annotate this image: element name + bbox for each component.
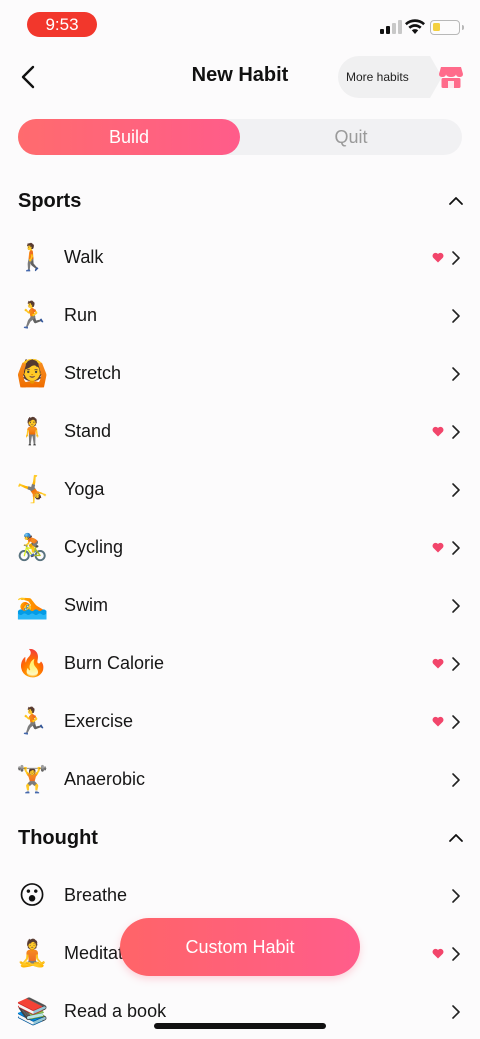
habit-row-run[interactable]: 🏃 Run <box>0 287 480 345</box>
standing-person-icon: 🧍 <box>16 417 49 447</box>
swimmer-icon: 🏊 <box>16 591 49 621</box>
cellular-signal-icon <box>380 19 402 34</box>
habit-row-anaerobic[interactable]: 🏋 Anaerobic <box>0 751 480 809</box>
habit-row-stretch[interactable]: 🙆 Stretch <box>0 345 480 403</box>
more-habits-button[interactable]: More habits <box>338 56 442 98</box>
chevron-right-icon <box>452 1005 460 1019</box>
habit-row-stand[interactable]: 🧍 Stand <box>0 403 480 461</box>
habit-row-read-a-book[interactable]: 📚 Read a book <box>0 983 480 1039</box>
chevron-right-icon <box>452 889 460 903</box>
habit-row-exercise[interactable]: 🏃 Exercise <box>0 693 480 751</box>
habit-label: Read a book <box>64 1001 167 1021</box>
back-button[interactable] <box>14 62 44 92</box>
person-stretching-icon: 🙆 <box>16 359 49 389</box>
heart-icon <box>432 252 444 263</box>
cartwheel-person-icon: 🤸 <box>16 475 49 505</box>
chevron-right-icon <box>452 309 460 323</box>
build-quit-segmented-control: Build Quit <box>18 119 462 155</box>
chevron-right-icon <box>452 947 460 961</box>
section-title: Sports <box>18 190 82 212</box>
heart-icon <box>432 426 444 437</box>
chevron-right-icon <box>452 657 460 671</box>
habit-row-breathe[interactable]: 😮 Breathe <box>0 867 480 925</box>
chevron-right-icon <box>452 541 460 555</box>
wifi-icon <box>405 19 425 34</box>
custom-habit-button[interactable]: Custom Habit <box>120 918 360 976</box>
habit-label: Walk <box>64 247 104 267</box>
chevron-right-icon <box>452 251 460 265</box>
weightlifter-icon: 🏋 <box>16 765 49 795</box>
status-time: 9:53 <box>27 12 97 37</box>
heart-icon <box>432 948 444 959</box>
habit-row-walk[interactable]: 🚶 Walk <box>0 229 480 287</box>
section-header-sports[interactable]: Sports <box>0 181 480 221</box>
person-lotus-position-icon: 🧘 <box>16 939 49 969</box>
habit-row-swim[interactable]: 🏊 Swim <box>0 577 480 635</box>
habit-label: Swim <box>64 595 108 615</box>
walking-person-icon: 🚶 <box>16 243 49 273</box>
habit-label: Exercise <box>64 711 134 731</box>
chevron-up-icon[interactable] <box>448 194 464 208</box>
cyclist-icon: 🚴 <box>16 533 49 563</box>
heart-icon <box>432 716 444 727</box>
habit-row-cycling[interactable]: 🚴 Cycling <box>0 519 480 577</box>
tab-build[interactable]: Build <box>18 119 240 155</box>
habit-label: Cycling <box>64 537 124 557</box>
nav-bar: New Habit More habits <box>0 52 480 102</box>
heart-icon <box>432 658 444 669</box>
chevron-right-icon <box>452 367 460 381</box>
section-title: Thought <box>18 827 98 849</box>
chevron-up-icon[interactable] <box>448 831 464 845</box>
running-person-icon: 🏃 <box>16 301 49 331</box>
status-bar: 9:53 <box>0 0 480 48</box>
chevron-right-icon <box>452 483 460 497</box>
habit-label: Stretch <box>64 363 122 383</box>
chevron-right-icon <box>452 773 460 787</box>
habit-label: Anaerobic <box>64 769 146 789</box>
chevron-right-icon <box>452 425 460 439</box>
section-header-thought[interactable]: Thought <box>0 818 480 858</box>
habit-row-yoga[interactable]: 🤸 Yoga <box>0 461 480 519</box>
habit-label: Breathe <box>64 885 128 905</box>
habit-label: Burn Calorie <box>64 653 165 673</box>
habit-label: Run <box>64 305 98 325</box>
heart-icon <box>432 542 444 553</box>
running-person-icon: 🏃 <box>16 707 49 737</box>
habit-row-burn-calorie[interactable]: 🔥 Burn Calorie <box>0 635 480 693</box>
exhaling-face-icon: 😮 <box>18 881 46 911</box>
chevron-right-icon <box>452 715 460 729</box>
habit-label: Stand <box>64 421 112 441</box>
chevron-right-icon <box>452 599 460 613</box>
habit-label: Yoga <box>64 479 105 499</box>
books-icon: 📚 <box>16 997 49 1027</box>
home-indicator[interactable] <box>154 1023 326 1029</box>
tab-quit[interactable]: Quit <box>240 119 462 155</box>
store-icon[interactable] <box>438 64 464 90</box>
fire-icon: 🔥 <box>16 649 49 679</box>
battery-icon <box>430 20 464 35</box>
